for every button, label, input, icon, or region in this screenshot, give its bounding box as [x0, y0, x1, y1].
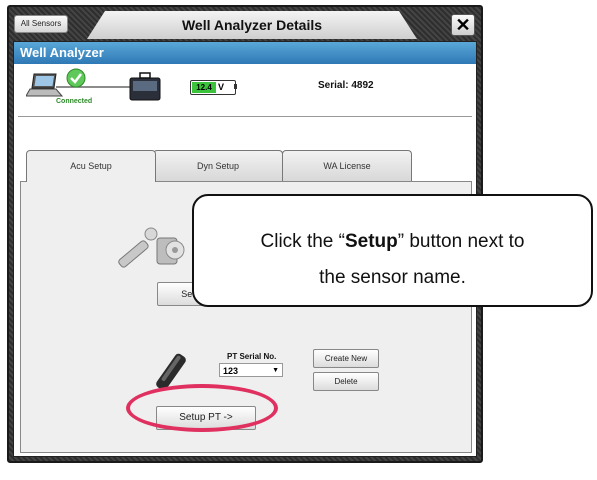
callout-line-1: Click the “Setup” button next to [194, 224, 591, 260]
device-case-icon [129, 72, 161, 101]
tab-dyn-setup[interactable]: Dyn Setup [153, 150, 283, 181]
connection-status: Connected [56, 98, 93, 105]
battery-level: 12.4 [192, 82, 216, 93]
pt-serial-label: PT Serial No. [227, 352, 277, 361]
battery-icon: 12.4 V [190, 80, 236, 95]
callout-bold: Setup [344, 231, 398, 252]
callout-prefix: Click the “ [260, 231, 345, 252]
title-bar: All Sensors Well Analyzer Details ✕ [9, 7, 481, 39]
dropdown-arrow-icon: ▼ [272, 367, 279, 374]
tab-acu-setup[interactable]: Acu Setup [26, 150, 156, 182]
check-icon [66, 68, 86, 88]
close-button[interactable]: ✕ [451, 14, 475, 36]
window-title: Well Analyzer Details [87, 11, 417, 39]
pt-serial-select[interactable]: 123 ▼ [219, 363, 283, 377]
pt-serial-value: 123 [223, 366, 239, 376]
create-new-button[interactable]: Create New [313, 349, 379, 368]
delete-button[interactable]: Delete [313, 372, 379, 391]
serial-number: Serial: 4892 [318, 80, 374, 91]
highlight-ring [126, 384, 278, 432]
callout-line-2: the sensor name. [319, 267, 466, 288]
close-icon: ✕ [455, 15, 471, 35]
battery-unit: V [218, 82, 225, 92]
section-header: Well Analyzer [14, 42, 476, 64]
status-row: Connected 12.4 V Serial: 4892 [18, 64, 472, 117]
callout-suffix: ” button next to [397, 231, 525, 252]
battery-terminal [234, 84, 237, 89]
tab-wa-license[interactable]: WA License [282, 150, 412, 181]
instruction-callout: Click the “Setup” button next to the sen… [192, 194, 593, 307]
all-sensors-button[interactable]: All Sensors [14, 15, 68, 33]
tab-bar: Acu Setup Dyn Setup WA License [20, 150, 472, 182]
